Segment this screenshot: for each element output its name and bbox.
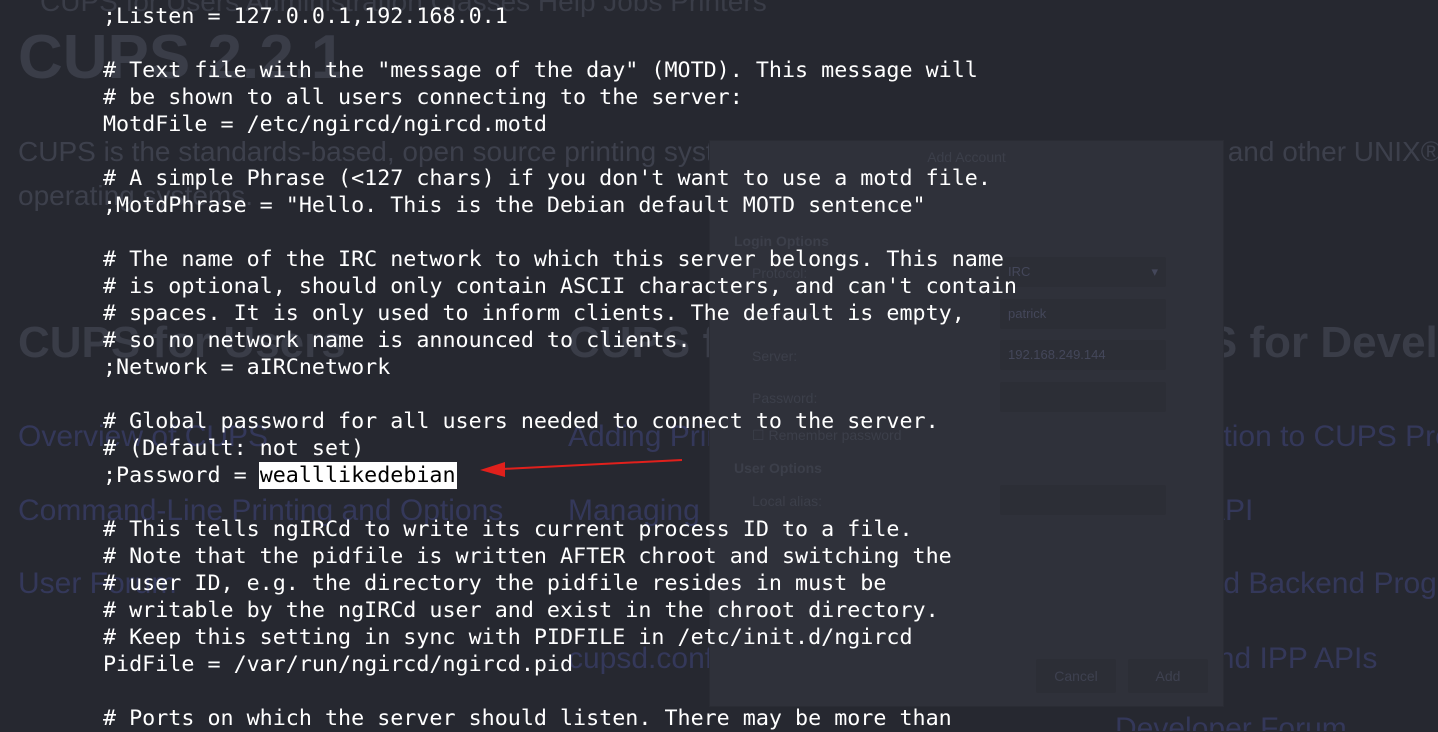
annotation-arrow-icon <box>480 459 683 477</box>
arrow-shaft <box>501 459 683 470</box>
arrow-head <box>480 462 505 477</box>
